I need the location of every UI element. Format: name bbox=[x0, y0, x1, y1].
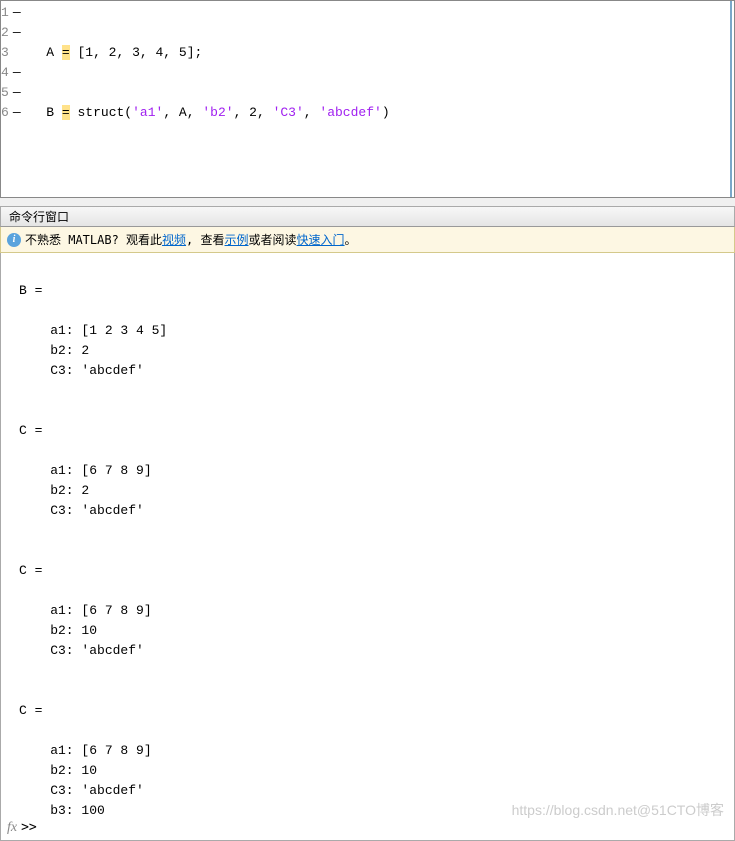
examples-link[interactable]: 示例 bbox=[225, 233, 249, 247]
editor-pane: 1 2 3 4 5 6 — — — — — A = [1, 2, 3, 4, 5… bbox=[0, 0, 735, 198]
pane-splitter[interactable] bbox=[0, 198, 735, 206]
line-number: 4 bbox=[1, 63, 9, 83]
info-text: 不熟悉 MATLAB? 观看此 bbox=[25, 233, 162, 247]
line-number: 3 bbox=[1, 43, 9, 63]
breakpoint-gutter[interactable]: — — — — — bbox=[13, 3, 21, 198]
breakpoint-marker[interactable] bbox=[13, 43, 21, 63]
code-area[interactable]: 1 2 3 4 5 6 — — — — — A = [1, 2, 3, 4, 5… bbox=[1, 1, 734, 198]
breakpoint-marker[interactable]: — bbox=[13, 3, 21, 23]
prompt-row[interactable]: fx >> bbox=[1, 818, 734, 838]
line-number: 5 bbox=[1, 83, 9, 103]
code-line: B = struct('a1', A, 'b2', 2, 'C3', 'abcd… bbox=[31, 103, 735, 123]
breakpoint-marker[interactable]: — bbox=[13, 83, 21, 103]
command-output[interactable]: B = a1: [1 2 3 4 5] b2: 2 C3: 'abcdef' C… bbox=[0, 253, 735, 841]
line-number-gutter: 1 2 3 4 5 6 bbox=[1, 3, 13, 198]
code-line: A = [1, 2, 3, 4, 5]; bbox=[31, 43, 735, 63]
fx-icon[interactable]: fx bbox=[3, 818, 21, 838]
code-text[interactable]: A = [1, 2, 3, 4, 5]; B = struct('a1', A,… bbox=[21, 3, 735, 198]
line-number: 2 bbox=[1, 23, 9, 43]
getting-started-link[interactable]: 快速入门 bbox=[297, 233, 345, 247]
info-bar: i 不熟悉 MATLAB? 观看此视频, 查看示例或者阅读快速入门。 bbox=[0, 227, 735, 253]
breakpoint-marker[interactable]: — bbox=[13, 63, 21, 83]
command-prompt[interactable]: >> bbox=[21, 818, 44, 838]
info-icon: i bbox=[7, 233, 21, 247]
line-number: 6 bbox=[1, 103, 9, 123]
command-window-titlebar: 命令行窗口 bbox=[0, 206, 735, 227]
editor-scroll-strip[interactable] bbox=[730, 1, 732, 197]
video-link[interactable]: 视频 bbox=[162, 233, 186, 247]
output-text: B = a1: [1 2 3 4 5] b2: 2 C3: 'abcdef' C… bbox=[19, 283, 167, 818]
command-window-title: 命令行窗口 bbox=[9, 208, 69, 225]
breakpoint-marker[interactable]: — bbox=[13, 103, 21, 123]
code-line bbox=[31, 163, 735, 183]
line-number: 1 bbox=[1, 3, 9, 23]
breakpoint-marker[interactable]: — bbox=[13, 23, 21, 43]
watermark-text: https://blog.csdn.net@51CTO博客 bbox=[512, 800, 724, 820]
